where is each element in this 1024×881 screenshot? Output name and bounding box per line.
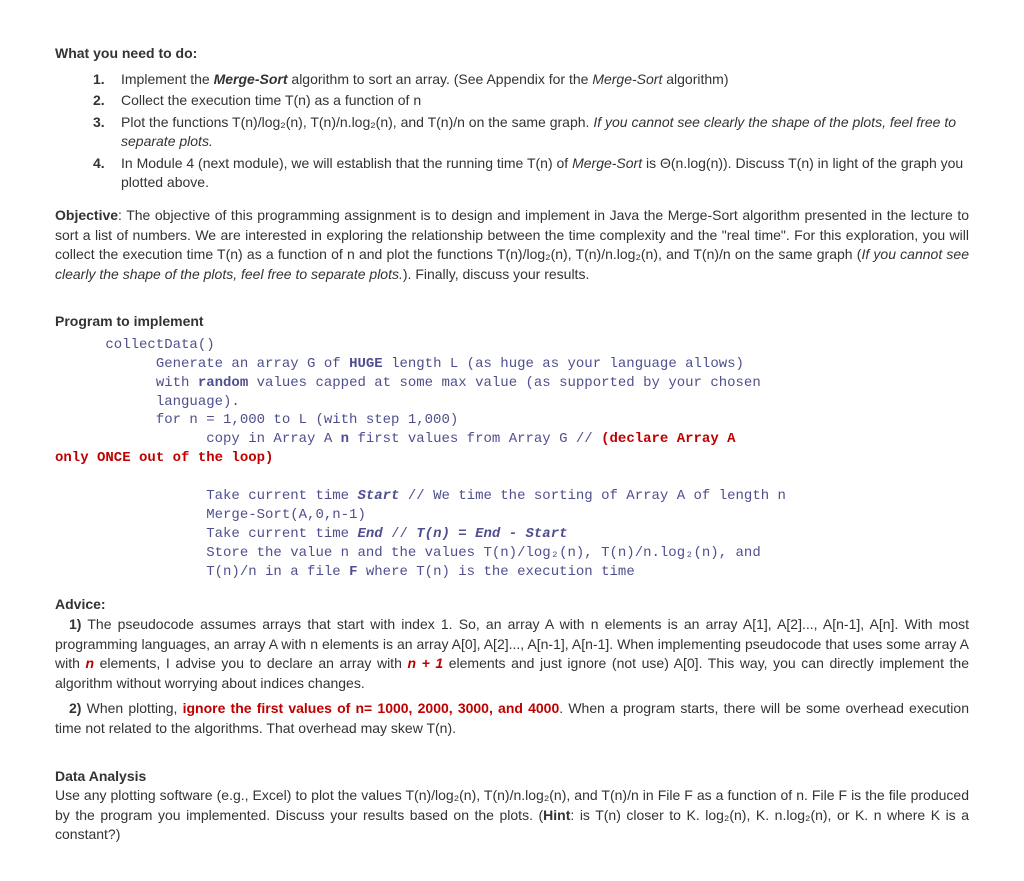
advice-heading: Advice: (55, 595, 969, 615)
task-num-2: 2. (93, 91, 115, 110)
advice-p1c: n (85, 655, 94, 671)
code-l7: only ONCE out of the loop) (55, 450, 273, 466)
heading-what-you-need: What you need to do: (55, 44, 969, 64)
task-list: 1. Implement the Merge-Sort algorithm to… (55, 70, 969, 192)
code-l6d: (declare Array A (601, 431, 735, 447)
task-1-text-c: algorithm to sort an array. (See Appendi… (288, 71, 593, 87)
task-num-4: 4. (93, 154, 115, 173)
task-item-2: 2. Collect the execution time T(n) as a … (93, 91, 969, 110)
code-l2a: Generate an array G of (55, 356, 349, 372)
code-l8b: Start (357, 488, 399, 504)
objective-text-1: : The objective of this programming assi… (55, 207, 969, 262)
code-l4: language). (55, 394, 240, 410)
code-l10a: Take current time (55, 526, 357, 542)
advice-p2b: When plotting, (81, 700, 182, 716)
advice-p2a: 2) (69, 700, 81, 716)
task-1-text-a: Implement the (121, 71, 214, 87)
code-l8c: // We time the sorting of Array A of len… (399, 488, 785, 504)
code-l3b: random (198, 375, 248, 391)
task-item-3: 3. Plot the functions T(n)/log₂(n), T(n)… (93, 113, 969, 151)
code-l5: for n = 1,000 to L (with step 1,000) (55, 412, 458, 428)
task-4-text-a: In Module 4 (next module), we will estab… (121, 155, 572, 171)
code-l12c: where T(n) is the execution time (357, 564, 634, 580)
data-analysis-heading: Data Analysis (55, 767, 969, 787)
task-num-1: 1. (93, 70, 115, 89)
task-item-4: 4. In Module 4 (next module), we will es… (93, 154, 969, 192)
task-2-text: Collect the execution time T(n) as a fun… (121, 92, 421, 108)
advice-p1d: elements, I advise you to declare an arr… (94, 655, 407, 671)
code-l1: collectData() (55, 337, 215, 353)
merge-sort-ref: Merge-Sort (592, 71, 662, 87)
code-l12a: T(n)/n in a file (55, 564, 349, 580)
objective-paragraph: Objective: The objective of this program… (55, 206, 969, 284)
advice-p1: 1) The pseudocode assumes arrays that st… (55, 615, 969, 693)
code-l6b: n (341, 431, 349, 447)
advice-p2: 2) When plotting, ignore the first value… (55, 699, 969, 738)
code-l11: Store the value n and the values T(n)/lo… (55, 545, 761, 561)
merge-sort-ref-2: Merge-Sort (572, 155, 642, 171)
task-item-1: 1. Implement the Merge-Sort algorithm to… (93, 70, 969, 89)
code-l10c: // (383, 526, 417, 542)
code-l2b: HUGE (349, 356, 383, 372)
pseudocode-block: collectData() Generate an array G of HUG… (55, 336, 969, 582)
objective-text-3: ). Finally, discuss your results. (403, 266, 589, 282)
code-l8a: Take current time (55, 488, 357, 504)
advice-p1a: 1) (69, 616, 81, 632)
program-heading: Program to implement (55, 312, 969, 332)
code-l3a: with (55, 375, 198, 391)
code-l6a: copy in Array A (55, 431, 341, 447)
code-l6c: first values from Array G // (349, 431, 601, 447)
advice-p2c: ignore the first values of n= 1000, 2000… (183, 700, 560, 716)
code-l3c: values capped at some max value (as supp… (248, 375, 760, 391)
advice-p1e: n + 1 (407, 655, 443, 671)
code-l10b: End (357, 526, 382, 542)
task-1-text-e: algorithm) (662, 71, 728, 87)
task-3-text-a: Plot the functions T(n)/log₂(n), T(n)/n.… (121, 114, 593, 130)
task-num-3: 3. (93, 113, 115, 132)
data-analysis-paragraph: Use any plotting software (e.g., Excel) … (55, 786, 969, 845)
merge-sort-label: Merge-Sort (214, 71, 288, 87)
code-l2c: length L (as huge as your language allow… (383, 356, 744, 372)
da-t2: Hint (543, 807, 570, 823)
code-l10d: T(n) = End - Start (416, 526, 567, 542)
code-l9: Merge-Sort(A,0,n-1) (55, 507, 366, 523)
objective-label: Objective (55, 207, 118, 223)
